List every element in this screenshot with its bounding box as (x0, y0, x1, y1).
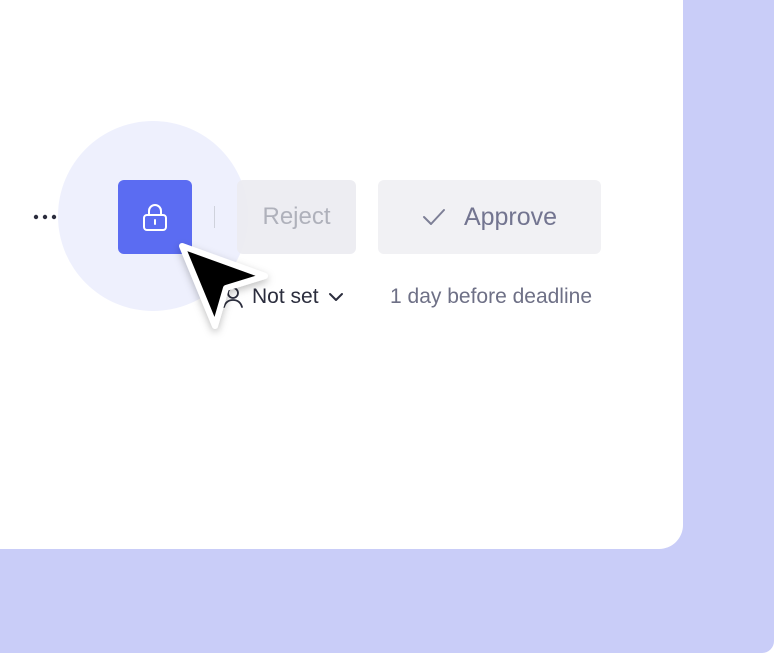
reject-button[interactable]: Reject (237, 180, 356, 254)
divider-right (214, 206, 215, 228)
checkmark-icon (422, 208, 446, 226)
chevron-down-icon (327, 291, 345, 303)
more-horizontal-icon (32, 213, 58, 221)
lock-button[interactable] (118, 180, 192, 254)
approve-button[interactable]: Approve (378, 180, 601, 254)
assignee-value: Not set (252, 285, 319, 308)
deadline-text: 1 day before deadline (390, 285, 592, 308)
reject-button-label: Reject (262, 203, 331, 230)
lock-icon (141, 202, 169, 232)
assignee-dropdown[interactable]: Not set (222, 282, 345, 312)
stage: Reject Approve Not set 1 day before dead… (0, 0, 774, 653)
user-icon (222, 285, 244, 309)
approve-button-label: Approve (463, 202, 558, 231)
